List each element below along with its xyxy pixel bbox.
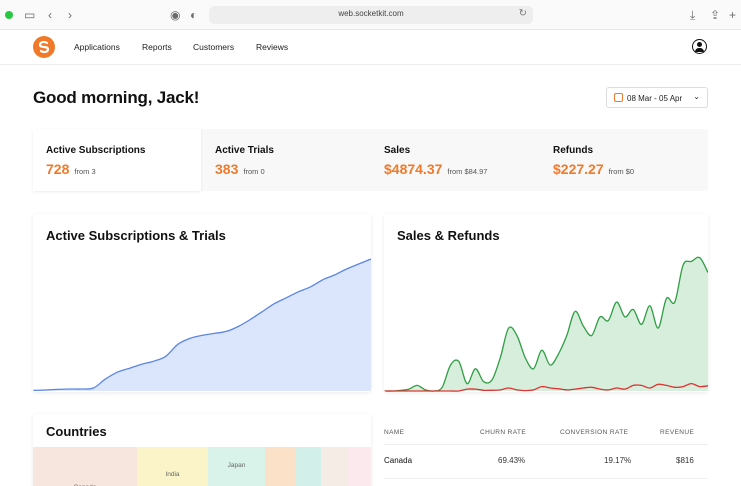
country-tile[interactable]: Canada [33, 447, 137, 486]
stat-title: Active Trials [215, 145, 274, 156]
subscriptions-chart-card: Active Subscriptions & Trials [33, 214, 371, 392]
shield-icon[interactable]: ◐ [190, 7, 197, 23]
nav-link-reviews[interactable]: Reviews [256, 42, 288, 52]
stat-value: 728 from 3 [46, 161, 96, 177]
country-tile[interactable] [347, 447, 371, 486]
table-cell-name: Canada [384, 456, 413, 465]
stat-value: $4874.37 from $84.97 [384, 161, 487, 177]
stat-number: $4874.37 [384, 161, 443, 177]
reload-icon[interactable]: ↻ [519, 8, 527, 19]
chart-title: Sales & Refunds [397, 228, 500, 243]
country-tile-label: India [165, 471, 180, 478]
country-tile[interactable] [321, 447, 347, 486]
new-tab-icon[interactable]: + [729, 7, 736, 23]
country-tile-label: Japan [227, 462, 246, 469]
country-tile[interactable] [265, 447, 295, 486]
window-dot-icon[interactable] [5, 11, 13, 19]
sales-chart-card: Sales & Refunds [384, 214, 708, 392]
stat-from: from $84.97 [447, 167, 488, 176]
date-range-picker[interactable]: 08 Mar - 05 Apr ⌄ [606, 87, 708, 108]
stat-active-subscriptions[interactable]: Active Subscriptions 728 from 3 [33, 129, 201, 191]
table-cell-churn: 69.43% [498, 456, 526, 465]
stat-value: 383 from 0 [215, 161, 265, 177]
column-header-revenue[interactable]: REVENUE [660, 429, 694, 436]
table-cell-revenue: $816 [676, 456, 694, 465]
date-range-label: 08 Mar - 05 Apr [627, 94, 683, 103]
stat-number: $227.27 [553, 161, 604, 177]
share-icon[interactable]: ⇪ [710, 7, 720, 23]
back-arrow-icon[interactable]: ‹ [48, 7, 52, 23]
address-bar[interactable]: web.socketkit.com ↻ [209, 6, 533, 24]
countries-title: Countries [46, 424, 107, 439]
stat-from: from 0 [243, 167, 265, 176]
column-header-churn[interactable]: CHURN RATE [480, 429, 526, 436]
calendar-icon [614, 93, 623, 102]
stat-from: from 3 [74, 167, 96, 176]
countries-table: NAME CHURN RATE CONVERSION RATE REVENUE … [384, 414, 708, 486]
stat-title: Sales [384, 145, 411, 156]
download-icon[interactable]: ⤓ [690, 7, 695, 23]
countries-card: Countries Canada India Japan [33, 414, 371, 486]
stat-title: Refunds [553, 145, 593, 156]
subscriptions-series-area [33, 259, 371, 391]
country-tile[interactable]: India [137, 447, 208, 486]
page-title: Good morning, Jack! [33, 88, 200, 107]
url-text: web.socketkit.com [338, 9, 404, 18]
column-header-name[interactable]: NAME [384, 429, 404, 436]
column-header-conversion[interactable]: CONVERSION RATE [560, 429, 628, 436]
password-icon[interactable]: ◉ [170, 7, 180, 23]
stat-title: Active Subscriptions [46, 145, 146, 156]
sidebar-toggle-icon[interactable]: ▭ [24, 7, 35, 23]
forward-arrow-icon[interactable]: › [68, 7, 72, 23]
nav-link-reports[interactable]: Reports [142, 42, 172, 52]
stat-from: from $0 [608, 167, 635, 176]
stat-value: $227.27 from $0 [553, 161, 634, 177]
browser-toolbar: ▭ ‹ › ◉ ◐ web.socketkit.com ↻ ⤓ ⇪ + [0, 0, 741, 30]
divider [384, 444, 708, 445]
country-tile[interactable]: Japan [208, 447, 265, 486]
stat-number: 383 [215, 161, 239, 177]
chevron-down-icon: ⌄ [693, 92, 700, 101]
chart-title: Active Subscriptions & Trials [46, 228, 226, 243]
top-nav: Applications Reports Customers Reviews [0, 30, 741, 65]
user-account-icon[interactable] [692, 39, 707, 54]
stat-number: 728 [46, 161, 70, 177]
stat-sales[interactable]: Sales $4874.37 from $84.97 [371, 129, 539, 191]
country-tile[interactable] [295, 447, 321, 486]
stats-panel: Active Subscriptions 728 from 3 Active Tr… [33, 129, 708, 191]
table-cell-conversion: 19.17% [604, 456, 632, 465]
stat-refunds[interactable]: Refunds $227.27 from $0 [540, 129, 708, 191]
nav-link-customers[interactable]: Customers [193, 42, 234, 52]
stat-active-trials[interactable]: Active Trials 383 from 0 [202, 129, 370, 191]
nav-link-applications[interactable]: Applications [74, 42, 120, 52]
socketkit-logo-icon[interactable] [33, 36, 55, 58]
divider [384, 478, 708, 479]
